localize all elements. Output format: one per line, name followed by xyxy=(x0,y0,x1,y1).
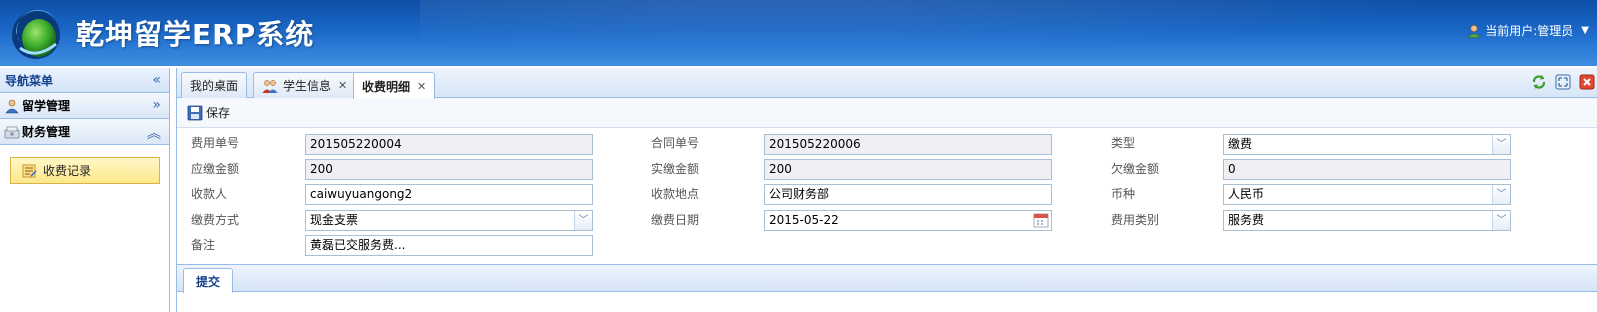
sidebar-section-label: 留学管理 xyxy=(22,99,71,113)
close-panel-icon[interactable] xyxy=(1579,74,1595,90)
tab-bar: 我的桌面 学生信息 ✕ 收费明细 ✕ xyxy=(177,68,1597,99)
app-header: 乾坤留学ERP系统 当前用户:管理员 ▼ xyxy=(0,0,1597,66)
app-title: 乾坤留学ERP系统 xyxy=(76,18,315,51)
students-icon xyxy=(262,79,278,93)
due-amount-label: 应缴金额 xyxy=(191,162,240,176)
tab-label: 我的桌面 xyxy=(190,79,239,93)
note-value: 黄磊已交服务费... xyxy=(310,238,406,252)
logo-icon xyxy=(12,9,60,59)
owed-amount-label: 欠缴金额 xyxy=(1111,162,1160,176)
tab-submit[interactable]: 提交 xyxy=(183,268,234,293)
panel-tools xyxy=(1531,74,1595,90)
calendar-icon[interactable] xyxy=(1033,212,1049,228)
collapse-icon[interactable]: ︽ xyxy=(147,123,161,143)
note-label: 备注 xyxy=(191,238,216,252)
sidebar-item-label: 收费记录 xyxy=(43,164,92,178)
contract-no-label: 合同单号 xyxy=(651,136,700,150)
refresh-icon[interactable] xyxy=(1531,74,1547,90)
sidebar-header: 导航菜单 « xyxy=(0,68,169,93)
sidebar-title: 导航菜单 xyxy=(5,73,54,88)
close-icon[interactable]: ✕ xyxy=(417,80,426,93)
type-select[interactable]: 缴费 ﹀ xyxy=(1223,134,1511,155)
chevron-down-icon[interactable]: ﹀ xyxy=(1492,211,1510,230)
contract-no-field[interactable]: 201505220006 xyxy=(764,134,1052,155)
form-toolbar: 保存 xyxy=(177,98,1597,128)
sidebar-section-label: 财务管理 xyxy=(22,125,71,139)
sidebar-menu: 收费记录 xyxy=(0,145,169,196)
date-value: 2015-05-22 xyxy=(769,213,839,227)
chevron-down-icon[interactable]: ﹀ xyxy=(574,211,592,230)
tab-label: 提交 xyxy=(196,274,221,289)
place-field[interactable]: 公司财务部 xyxy=(764,184,1052,205)
user-group-icon xyxy=(5,99,19,113)
payee-label: 收款人 xyxy=(191,187,228,201)
sidebar-section-study-abroad[interactable]: 留学管理 » xyxy=(0,93,169,119)
sidebar-section-finance[interactable]: 财务管理 ︽ xyxy=(0,119,169,145)
date-field[interactable]: 2015-05-22 xyxy=(764,210,1052,231)
sidebar: 导航菜单 « 留学管理 » 财务管理 ︽ 收费记录 xyxy=(0,68,170,312)
maximize-icon[interactable] xyxy=(1555,74,1571,90)
record-icon xyxy=(22,164,37,177)
header-decoration xyxy=(420,0,1597,66)
currency-value: 人民币 xyxy=(1228,187,1265,201)
current-user-menu[interactable]: 当前用户:管理员 ▼ xyxy=(1467,22,1589,39)
category-select[interactable]: 服务费 ﹀ xyxy=(1223,210,1511,231)
owed-amount-value: 0 xyxy=(1228,162,1236,176)
submit-panel: 提交 xyxy=(177,264,1597,312)
save-icon xyxy=(187,105,203,120)
fee-no-field[interactable]: 201505220004 xyxy=(305,134,593,155)
chevron-down-icon[interactable]: ﹀ xyxy=(1492,135,1510,154)
category-label: 费用类别 xyxy=(1111,213,1160,227)
owed-amount-field[interactable]: 0 xyxy=(1223,159,1511,180)
currency-select[interactable]: 人民币 ﹀ xyxy=(1223,184,1511,205)
tab-my-desktop[interactable]: 我的桌面 xyxy=(181,72,248,98)
chevron-down-icon[interactable]: ﹀ xyxy=(1492,185,1510,204)
finance-icon xyxy=(4,126,20,138)
due-amount-value: 200 xyxy=(310,162,333,176)
chevron-down-icon: ▼ xyxy=(1581,25,1589,36)
paid-amount-label: 实缴金额 xyxy=(651,162,700,176)
method-label: 缴费方式 xyxy=(191,213,240,227)
collapse-sidebar-icon[interactable]: « xyxy=(152,72,161,88)
fee-no-value: 201505220004 xyxy=(310,137,402,151)
note-field[interactable]: 黄磊已交服务费... xyxy=(305,235,593,256)
tab-student-info[interactable]: 学生信息 ✕ xyxy=(253,72,357,98)
current-user-label: 当前用户:管理员 xyxy=(1485,24,1574,38)
paid-amount-field[interactable]: 200 xyxy=(764,159,1052,180)
payee-value: caiwuyuangong2 xyxy=(310,187,413,201)
fee-no-label: 费用单号 xyxy=(191,136,240,150)
main-panel: 我的桌面 学生信息 ✕ 收费明细 ✕ 保存 费用单号 应缴金额 收款人 缴费方式… xyxy=(176,68,1597,312)
paid-amount-value: 200 xyxy=(769,162,792,176)
tab-fee-detail[interactable]: 收费明细 ✕ xyxy=(353,72,436,99)
user-icon xyxy=(1467,24,1481,38)
due-amount-field[interactable]: 200 xyxy=(305,159,593,180)
payment-method-select[interactable]: 现金支票 ﹀ xyxy=(305,210,593,231)
currency-label: 币种 xyxy=(1111,187,1136,201)
payee-field[interactable]: caiwuyuangong2 xyxy=(305,184,593,205)
category-value: 服务费 xyxy=(1228,213,1265,227)
contract-no-value: 201505220006 xyxy=(769,137,861,151)
date-label: 缴费日期 xyxy=(651,213,700,227)
expand-icon[interactable]: » xyxy=(152,97,161,113)
sidebar-item-fee-records[interactable]: 收费记录 xyxy=(10,157,160,184)
save-button[interactable]: 保存 xyxy=(187,104,230,121)
type-value: 缴费 xyxy=(1228,137,1253,151)
fee-detail-form: 费用单号 应缴金额 收款人 缴费方式 备注 201505220004 200 c… xyxy=(177,128,1597,260)
tab-label: 学生信息 xyxy=(283,79,332,93)
place-value: 公司财务部 xyxy=(769,187,830,201)
tab-label: 收费明细 xyxy=(362,79,411,94)
save-label: 保存 xyxy=(206,106,231,120)
type-label: 类型 xyxy=(1111,136,1136,150)
close-icon[interactable]: ✕ xyxy=(338,79,347,92)
place-label: 收款地点 xyxy=(651,187,700,201)
payment-method-value: 现金支票 xyxy=(310,213,359,227)
sub-tab-bar: 提交 xyxy=(177,264,1597,293)
